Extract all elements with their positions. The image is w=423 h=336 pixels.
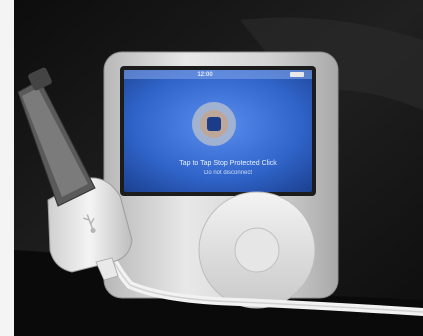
- media-player-icon: [103, 51, 339, 309]
- left-frame-edge: [0, 0, 14, 336]
- photo: 12:00 Tap to Tap Stop Protected Click Do…: [0, 0, 423, 336]
- battery-icon: [290, 72, 304, 77]
- center-button: [234, 227, 280, 273]
- scene-illustration: [0, 0, 423, 336]
